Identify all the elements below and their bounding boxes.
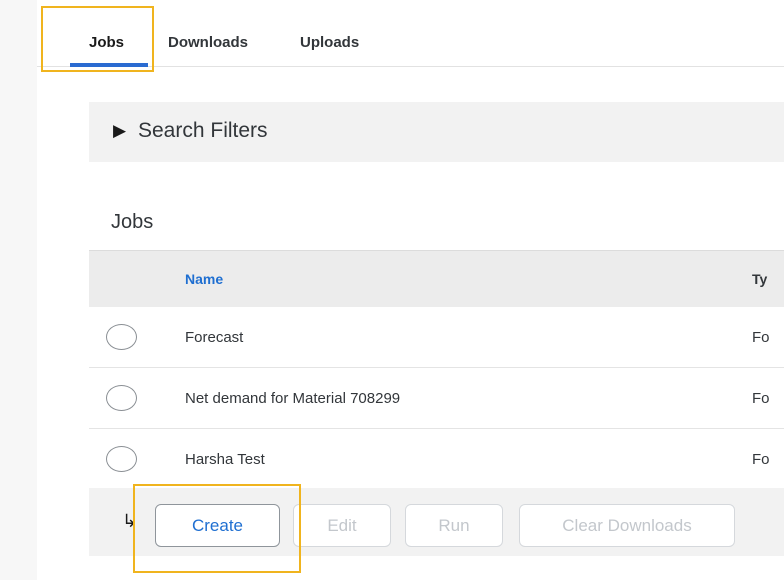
tab-downloads[interactable]: Downloads: [168, 34, 248, 51]
main-canvas: Jobs Downloads Uploads ▶ Search Filters …: [37, 0, 784, 580]
search-filters-toggle[interactable]: ▶ Search Filters: [89, 102, 784, 162]
table-header: Name Ty: [89, 250, 784, 307]
jobs-table: Name Ty Forecast Fo Net demand for Mater…: [89, 250, 784, 490]
cell-name: Forecast: [185, 329, 244, 346]
column-header-name[interactable]: Name: [185, 271, 223, 287]
jobs-section-title: Jobs: [111, 211, 154, 233]
table-row[interactable]: Harsha Test Fo: [89, 429, 784, 490]
search-filters-label: Search Filters: [138, 119, 268, 142]
left-gutter: [0, 0, 37, 580]
cell-type: Fo: [752, 451, 770, 468]
cell-name: Net demand for Material 708299: [185, 390, 401, 407]
cell-type: Fo: [752, 329, 770, 346]
highlight-box-jobs-tab: [41, 6, 154, 72]
row-select-radio[interactable]: [106, 385, 137, 411]
table-row[interactable]: Net demand for Material 708299 Fo: [89, 368, 784, 429]
column-header-type[interactable]: Ty: [752, 271, 767, 287]
tab-uploads[interactable]: Uploads: [300, 34, 359, 51]
clear-downloads-button[interactable]: Clear Downloads: [519, 504, 735, 547]
cell-name: Harsha Test: [185, 451, 265, 468]
cell-type: Fo: [752, 390, 770, 407]
row-select-radio[interactable]: [106, 446, 137, 472]
triangle-right-icon: ▶: [113, 121, 127, 140]
highlight-box-create-button: [133, 484, 301, 573]
row-select-radio[interactable]: [106, 324, 137, 350]
run-button[interactable]: Run: [405, 504, 503, 547]
table-row[interactable]: Forecast Fo: [89, 307, 784, 368]
edit-button[interactable]: Edit: [293, 504, 391, 547]
